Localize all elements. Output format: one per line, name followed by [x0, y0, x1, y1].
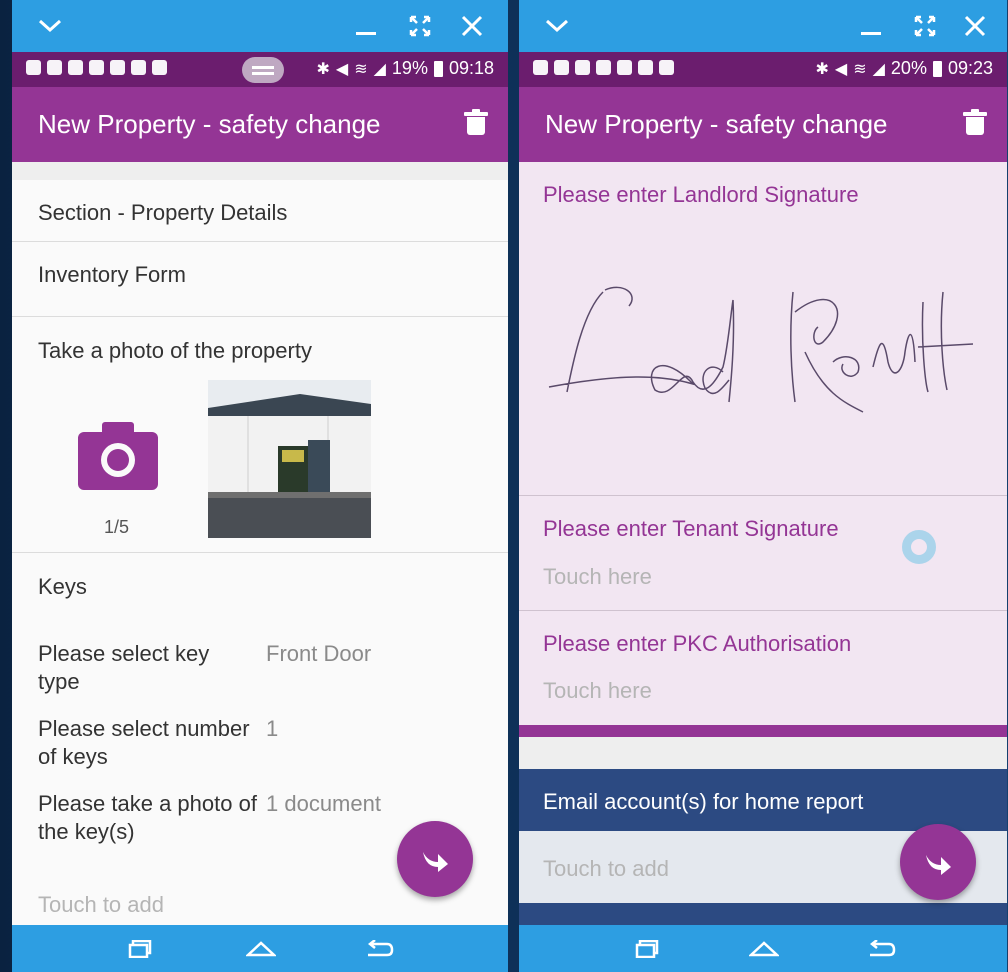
- notification-icon: [47, 60, 62, 75]
- form-content: Please enter Landlord Signature Please e…: [519, 162, 1007, 925]
- status-right: ✱ ◀ ≋ ◢ 20% 09:23: [815, 58, 993, 79]
- recents-icon[interactable]: [110, 925, 170, 972]
- maximize-icon[interactable]: [400, 0, 440, 52]
- back-icon[interactable]: [350, 925, 410, 972]
- trash-icon[interactable]: [963, 109, 987, 135]
- mute-icon: ◀: [335, 60, 349, 78]
- status-right: ✱ ◀ ≋ ◢ 19% 09:18: [316, 58, 494, 79]
- notification-icon: [110, 60, 125, 75]
- left-phone-window: ✱ ◀ ≋ ◢ 19% 09:18 New Property - safety …: [12, 0, 508, 972]
- battery-icon: [433, 60, 443, 77]
- forward-icon: [926, 855, 951, 875]
- minimize-icon[interactable]: [346, 0, 386, 52]
- notification-icon: [533, 60, 548, 75]
- right-phone-window: ✱ ◀ ≋ ◢ 20% 09:23 New Property - safety …: [519, 0, 1007, 972]
- signal-icon: ◢: [872, 60, 885, 78]
- form-title: Inventory Form: [38, 262, 186, 287]
- mute-icon: ◀: [834, 60, 848, 78]
- photo-prompt: Take a photo of the property: [38, 338, 312, 363]
- notification-icon: [596, 60, 611, 75]
- window-titlebar: [519, 0, 1007, 52]
- email-heading: Email account(s) for home report: [543, 789, 864, 814]
- wifi-icon: ≋: [853, 60, 867, 78]
- notification-icon: [26, 60, 41, 75]
- pkc-authorisation-label: Please enter PKC Authorisation: [543, 631, 852, 656]
- key-type-value[interactable]: Front Door: [266, 640, 371, 668]
- camera-icon[interactable]: [78, 420, 158, 490]
- app-bar: New Property - safety change: [519, 87, 1007, 162]
- email-section-footer: [519, 903, 1007, 925]
- battery-percent: 20%: [890, 58, 927, 78]
- forward-button[interactable]: [900, 824, 976, 900]
- home-icon[interactable]: [734, 925, 794, 972]
- section-spacer: [519, 737, 1007, 769]
- battery-percent: 19%: [391, 58, 428, 78]
- landlord-signature-drawing: [548, 286, 974, 413]
- key-photo-label: Please take a photo of the key(s): [38, 791, 257, 844]
- chevron-down-icon[interactable]: [537, 0, 577, 52]
- app-bar: New Property - safety change: [12, 87, 508, 162]
- photo-count: 1/5: [104, 517, 130, 537]
- keys-heading: Keys: [38, 574, 87, 599]
- property-photo[interactable]: [208, 380, 371, 538]
- window-titlebar: [12, 0, 508, 52]
- tenant-signature-label: Please enter Tenant Signature: [543, 516, 839, 541]
- key-photo-value[interactable]: 1 document: [266, 790, 381, 818]
- bluetooth-icon: ✱: [815, 60, 829, 78]
- section-spacer: [12, 162, 508, 180]
- maximize-icon[interactable]: [905, 0, 945, 52]
- back-icon[interactable]: [852, 925, 912, 972]
- notification-icons: [26, 60, 167, 75]
- notification-icon: [68, 60, 83, 75]
- num-keys-value[interactable]: 1: [266, 715, 278, 743]
- clock: 09:23: [947, 58, 993, 78]
- notification-icon: [617, 60, 632, 75]
- minimize-icon[interactable]: [851, 0, 891, 52]
- app-title: New Property - safety change: [545, 109, 888, 139]
- close-icon[interactable]: [452, 0, 492, 52]
- trash-icon[interactable]: [464, 109, 488, 135]
- section-end-bar: [519, 725, 1007, 737]
- notification-icons: [533, 60, 674, 75]
- touch-indicator-icon: [902, 530, 936, 564]
- notification-icon: [131, 60, 146, 75]
- forward-button[interactable]: [397, 821, 473, 897]
- notification-icon: [659, 60, 674, 75]
- wifi-icon: ≋: [354, 60, 368, 78]
- divider: [12, 316, 508, 317]
- nav-bar: [519, 925, 1007, 972]
- pkc-authorisation-placeholder[interactable]: Touch here: [543, 678, 652, 704]
- notification-icon: [554, 60, 569, 75]
- notification-icon: [89, 60, 104, 75]
- form-content: Section - Property Details Inventory For…: [12, 162, 508, 925]
- email-placeholder[interactable]: Touch to add: [543, 856, 669, 882]
- chevron-down-icon[interactable]: [30, 0, 70, 52]
- notification-icon: [638, 60, 653, 75]
- tenant-signature-placeholder[interactable]: Touch here: [543, 564, 652, 590]
- drag-handle-icon[interactable]: [242, 57, 284, 83]
- divider: [12, 552, 508, 553]
- divider: [12, 241, 508, 242]
- app-title: New Property - safety change: [38, 109, 381, 139]
- touch-to-add[interactable]: Touch to add: [38, 892, 164, 918]
- battery-icon: [932, 60, 942, 77]
- recents-icon[interactable]: [617, 925, 677, 972]
- section-title: Section - Property Details: [38, 200, 288, 225]
- clock: 09:18: [448, 58, 494, 78]
- bluetooth-icon: ✱: [316, 60, 330, 78]
- notification-icon: [152, 60, 167, 75]
- close-icon[interactable]: [955, 0, 995, 52]
- signal-icon: ◢: [373, 60, 386, 78]
- landlord-signature-label: Please enter Landlord Signature: [543, 182, 859, 207]
- nav-bar: [12, 925, 508, 972]
- status-bar: ✱ ◀ ≋ ◢ 19% 09:18: [12, 52, 508, 87]
- forward-icon: [423, 852, 448, 872]
- pkc-authorisation-pad[interactable]: [519, 611, 1007, 725]
- num-keys-label: Please select number of keys: [38, 716, 250, 769]
- status-bar: ✱ ◀ ≋ ◢ 20% 09:23: [519, 52, 1007, 87]
- key-type-label: Please select key type: [38, 641, 210, 694]
- notification-icon: [575, 60, 590, 75]
- home-icon[interactable]: [231, 925, 291, 972]
